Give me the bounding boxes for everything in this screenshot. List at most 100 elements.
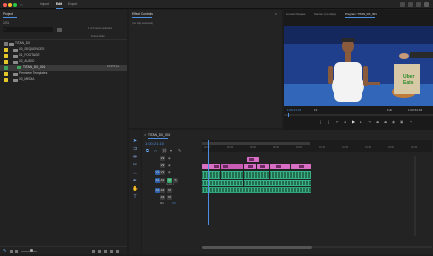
track-header-v2[interactable]: V2 ◉ [142,162,200,169]
zoom-window-button[interactable] [13,3,17,7]
write-icon[interactable]: ✎ [3,249,6,253]
fit-dropdown[interactable]: Fit [314,109,317,112]
track-label[interactable]: A1 [160,178,165,183]
frame-rate-column-header[interactable]: Frame Rate [91,35,105,39]
zoom-slider-handle[interactable] [30,249,33,253]
menu-edit[interactable]: Edit [56,2,62,6]
lift-icon[interactable]: ⏏ [376,120,379,125]
video-clip[interactable] [221,164,243,169]
track-header-v1[interactable]: V1 V1 ◉ [142,169,200,176]
hand-tool-icon[interactable]: ✋ [132,186,138,192]
add-marker-icon[interactable]: ▾ [170,148,172,153]
menu-import[interactable]: Import [40,2,49,6]
audio-clip[interactable] [270,171,311,179]
new-bin-icon[interactable] [57,27,62,32]
audio-clip[interactable] [221,171,243,179]
mark-out-icon[interactable]: } [328,120,329,125]
tab-program[interactable]: Program: TITAN_DX_001 [345,13,377,16]
video-clip[interactable] [257,164,269,169]
trash-icon[interactable] [116,249,119,253]
close-sequence-icon[interactable]: ✕ [144,133,147,137]
settings-wrench-icon[interactable]: ✎ [178,148,181,153]
project-search-input[interactable]: ⌕ [3,27,53,32]
horizontal-scroll-thumb[interactable] [202,245,312,249]
mute-button[interactable]: M [167,195,172,200]
new-item-icon[interactable] [110,249,113,253]
effect-controls-title[interactable]: Effect Controls [132,12,153,16]
fullscreen-icon[interactable] [416,2,421,7]
workspace-icon[interactable] [400,2,405,7]
video-clip[interactable] [291,164,311,169]
new-bin-icon[interactable] [104,249,107,253]
pen-tool-icon[interactable]: ✒ [132,178,138,184]
audio-clip[interactable] [202,187,311,193]
share-icon[interactable] [424,2,429,7]
program-video-frame[interactable]: Uber Eats [284,26,433,106]
video-clip[interactable] [270,164,290,169]
track-header-mix[interactable]: Mix 0.0 [142,201,200,208]
type-tool-icon[interactable]: T [132,194,138,200]
work-area-bar[interactable] [202,142,310,145]
quick-export-icon[interactable] [408,2,413,7]
track-label[interactable]: V1 [160,170,165,175]
minimize-window-button[interactable] [8,3,12,7]
tab-lumetri-scopes[interactable]: Lumetri Scopes [286,13,305,16]
mix-volume-value[interactable]: 0.0 [172,202,176,206]
slip-tool-icon[interactable]: ↔ [132,170,138,176]
step-forward-icon[interactable]: ▸ [360,120,362,125]
home-icon[interactable]: ⌂ [20,2,22,7]
video-clip[interactable] [244,164,256,169]
program-playhead[interactable] [288,113,289,117]
track-header-a2[interactable]: A2 A2 M [142,187,200,194]
close-window-button[interactable] [3,3,7,7]
button-editor-icon[interactable]: + [410,120,412,125]
sequence-tab[interactable]: TITAN_DX_001 [148,133,170,137]
video-clip[interactable] [202,164,220,169]
track-label[interactable]: V2 [160,163,165,168]
vertical-scrollbar[interactable] [414,156,416,236]
list-view-icon[interactable] [10,249,13,253]
list-item[interactable]: 03_MEDIA [0,77,127,83]
play-icon[interactable]: ▶ [352,120,355,125]
track-label[interactable]: V3 [160,156,165,161]
icon-view-icon[interactable] [15,249,18,253]
go-to-out-icon[interactable]: ⇥ [368,120,371,125]
audio-clip[interactable] [202,171,220,179]
mute-button[interactable]: M [167,188,172,193]
ripple-edit-tool-icon[interactable]: ⇼ [132,154,138,160]
comparison-view-icon[interactable]: ▣ [400,120,403,125]
audio-clip[interactable] [244,180,311,186]
video-clip[interactable] [247,157,259,162]
menu-export[interactable]: Export [68,2,77,6]
export-frame-icon[interactable]: ◉ [392,120,395,125]
time-ruler[interactable]: 00:00 00:15 00:30 00:45 01:00 01:15 01:3… [202,140,432,152]
panel-menu-icon[interactable]: ≡ [275,12,277,16]
step-back-icon[interactable]: ◂ [344,120,346,125]
snap-icon[interactable]: ∩ [154,148,157,153]
track-header-a3[interactable]: A3 M [142,194,200,201]
track-header-v3[interactable]: V3 ◉ [142,155,200,162]
automate-icon[interactable] [92,249,95,253]
go-to-in-icon[interactable]: ⇤ [336,120,339,125]
eye-icon[interactable]: ◉ [168,170,171,174]
extract-icon[interactable]: ⏏ [384,120,387,125]
insert-nest-icon[interactable]: ⧉ [146,148,149,153]
mark-in-icon[interactable]: { [320,120,321,125]
timeline-tracks-area[interactable] [202,140,432,225]
quality-dropdown[interactable]: Full [387,109,392,112]
track-label[interactable]: A2 [160,188,165,193]
razor-tool-icon[interactable]: ✂ [132,162,138,168]
track-header-a1[interactable]: A1 A1 M S Audio 1 [142,177,200,186]
tab-source[interactable]: Source: (no clips) [314,13,336,16]
track-label[interactable]: A3 [160,195,165,200]
find-icon[interactable] [98,249,101,253]
timeline-timecode[interactable]: 1:00:21:15 [145,142,164,146]
eye-icon[interactable]: ◉ [168,163,171,167]
audio-clip[interactable] [244,171,269,179]
project-panel-title[interactable]: Project [3,12,13,16]
program-timecode[interactable]: 1:00:21:15 [287,109,301,112]
selection-tool-icon[interactable]: ➤ [132,138,138,144]
track-select-tool-icon[interactable]: ⇉ [132,146,138,152]
eye-icon[interactable]: ◉ [168,156,171,160]
linked-selection-icon[interactable]: ⛓ [162,148,167,153]
